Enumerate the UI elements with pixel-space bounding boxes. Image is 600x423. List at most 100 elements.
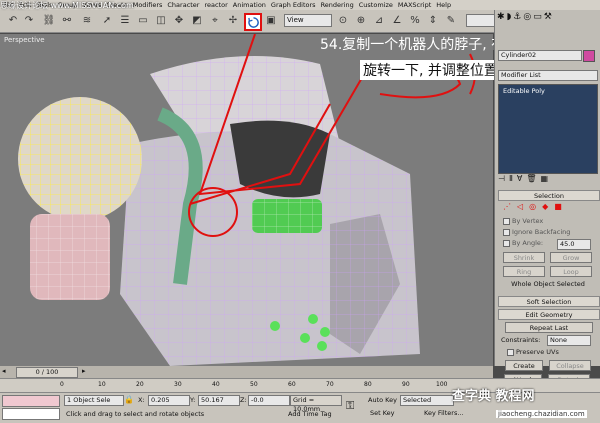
create-tab-icon[interactable]: ✱	[497, 12, 505, 24]
maxscript-input-mini[interactable]	[2, 408, 60, 420]
edit-geometry-rollout-header[interactable]: Edit Geometry	[498, 309, 600, 320]
maxscript-listener-mini[interactable]	[2, 395, 60, 407]
menu-modifiers[interactable]: Modifiers	[133, 0, 163, 10]
prev-frame-icon[interactable]: ◂	[2, 367, 12, 376]
modify-tab-icon[interactable]: ◗	[507, 12, 512, 24]
create-button[interactable]: Create	[505, 360, 543, 371]
move-icon[interactable]: ✢	[226, 13, 240, 27]
key-mode-icon[interactable]: ⚿	[346, 399, 354, 413]
menu-maxscript[interactable]: MAXScript	[398, 0, 431, 10]
time-slider[interactable]: ◂ 0 / 100 ▸	[0, 366, 493, 378]
shrink-button[interactable]: Shrink	[503, 252, 545, 263]
stack-item-editable-poly[interactable]: Editable Poly	[499, 85, 597, 97]
frame-counter[interactable]: 0 / 100	[16, 367, 78, 378]
pivot-center-icon[interactable]: ⊙	[336, 13, 350, 27]
polygon-level-icon[interactable]: ◆	[542, 202, 548, 212]
add-time-tag-button[interactable]: Add Time Tag	[288, 410, 332, 418]
tick-label: 80	[364, 381, 372, 388]
tick-label: 100	[436, 381, 448, 388]
selection-rollout-header[interactable]: Selection	[498, 190, 600, 201]
tick-label: 10	[98, 381, 106, 388]
y-coordinate-field[interactable]: 50.167	[198, 395, 240, 406]
select-scale-icon[interactable]: ◩	[190, 13, 204, 27]
hierarchy-tab-icon[interactable]: ⚓	[513, 12, 521, 24]
preserve-uvs-checkbox[interactable]: Preserve UVs	[507, 348, 559, 356]
redo-icon[interactable]: ↷	[22, 13, 36, 27]
motion-tab-icon[interactable]: ◎	[523, 12, 531, 24]
x-coordinate-field[interactable]: 0.205	[148, 395, 190, 406]
loop-button[interactable]: Loop	[550, 266, 592, 277]
z-coordinate-field[interactable]: -0.0	[248, 395, 290, 406]
menu-reactor[interactable]: reactor	[204, 0, 227, 10]
element-level-icon[interactable]: ■	[554, 202, 562, 212]
select-move-icon[interactable]: ✥	[172, 13, 186, 27]
select-icon[interactable]: ➚	[100, 13, 114, 27]
object-name-field[interactable]: Cylinder02	[498, 50, 582, 61]
menu-graph-editors[interactable]: Graph Editors	[271, 0, 316, 10]
menu-rendering[interactable]: Rendering	[321, 0, 354, 10]
make-unique-icon[interactable]: ∀	[517, 174, 522, 186]
by-angle-checkbox[interactable]: By Angle:	[503, 239, 543, 247]
rect-region-icon[interactable]: ▭	[136, 13, 150, 27]
watermark-bottom: 查字典 教程网	[452, 389, 535, 404]
menu-character[interactable]: Character	[167, 0, 199, 10]
select-rotate-icon[interactable]	[244, 13, 262, 31]
edge-level-icon[interactable]: ◁	[517, 202, 523, 212]
unlink-icon[interactable]: ⚯	[60, 13, 74, 27]
configure-sets-icon[interactable]: ▦	[541, 174, 549, 186]
menu-customize[interactable]: Customize	[359, 0, 393, 10]
angle-spinner[interactable]: 45.0	[557, 239, 591, 250]
command-panel-tabs: ✱ ◗ ⚓ ◎ ▭ ⚒	[497, 12, 597, 24]
auto-key-button[interactable]: Auto Key	[368, 396, 397, 404]
select-place-icon[interactable]: ⌖	[208, 13, 222, 27]
link-icon[interactable]: ⛓	[42, 13, 56, 27]
select-by-name-icon[interactable]: ☰	[118, 13, 132, 27]
scale-icon[interactable]: ▣	[264, 13, 278, 27]
watermark-top: 思缘设计论坛 www.MISSVUAN.com	[0, 1, 134, 10]
undo-icon[interactable]: ↶	[6, 13, 20, 27]
key-set-dropdown[interactable]: Selected	[400, 395, 454, 406]
key-filters-button[interactable]: Key Filters...	[424, 409, 464, 417]
soft-selection-rollout-header[interactable]: Soft Selection	[498, 296, 600, 307]
object-color-swatch[interactable]	[583, 50, 595, 62]
border-level-icon[interactable]: ◎	[529, 202, 536, 212]
next-frame-icon[interactable]: ▸	[82, 367, 92, 376]
display-tab-icon[interactable]: ▭	[533, 12, 542, 24]
y-label: Y:	[190, 396, 196, 404]
angle-snap-icon[interactable]: ∠	[390, 13, 404, 27]
repeat-last-button[interactable]: Repeat Last	[505, 322, 593, 333]
preserve-uvs-label: Preserve UVs	[516, 348, 559, 356]
spinner-snap-icon[interactable]: ⇕	[426, 13, 440, 27]
percent-snap-icon[interactable]: %	[408, 13, 422, 27]
tick-label: 0	[60, 381, 64, 388]
by-vertex-checkbox[interactable]: By Vertex	[503, 217, 543, 225]
set-key-button[interactable]: Set Key	[370, 409, 395, 417]
remove-modifier-icon[interactable]: 🗑	[526, 174, 536, 186]
pin-stack-icon[interactable]: ⊣	[498, 174, 505, 186]
ring-button[interactable]: Ring	[503, 266, 545, 277]
menu-help[interactable]: Help	[436, 0, 451, 10]
perspective-viewport[interactable]	[0, 34, 493, 366]
vertex-level-icon[interactable]: ⋰	[503, 202, 511, 212]
select-manipulate-icon[interactable]: ⊕	[354, 13, 368, 27]
modifier-list-dropdown[interactable]: Modifier List	[498, 70, 598, 81]
reference-coord-select[interactable]: View	[284, 14, 332, 27]
utilities-tab-icon[interactable]: ⚒	[544, 12, 552, 24]
lock-selection-icon[interactable]: 🔒	[124, 395, 134, 404]
bind-spacewarp-icon[interactable]: ≋	[80, 13, 94, 27]
window-crossing-icon[interactable]: ◫	[154, 13, 168, 27]
tutorial-caption-line2: 旋转一下, 并调整位置	[360, 60, 501, 80]
grow-button[interactable]: Grow	[550, 252, 592, 263]
named-selection-icon[interactable]: ✎	[444, 13, 458, 27]
show-end-result-icon[interactable]: Ⅱ	[509, 174, 513, 186]
constraints-dropdown[interactable]: None	[547, 335, 591, 346]
viewport-label[interactable]: Perspective	[4, 36, 45, 44]
tick-label: 90	[402, 381, 410, 388]
by-vertex-label: By Vertex	[512, 217, 544, 225]
tick-label: 50	[250, 381, 258, 388]
tick-label: 40	[212, 381, 220, 388]
ignore-backfacing-checkbox[interactable]: Ignore Backfacing	[503, 228, 570, 236]
menu-animation[interactable]: Animation	[233, 0, 266, 10]
snaps-toggle-icon[interactable]: ⊿	[372, 13, 386, 27]
collapse-button[interactable]: Collapse	[549, 360, 591, 371]
